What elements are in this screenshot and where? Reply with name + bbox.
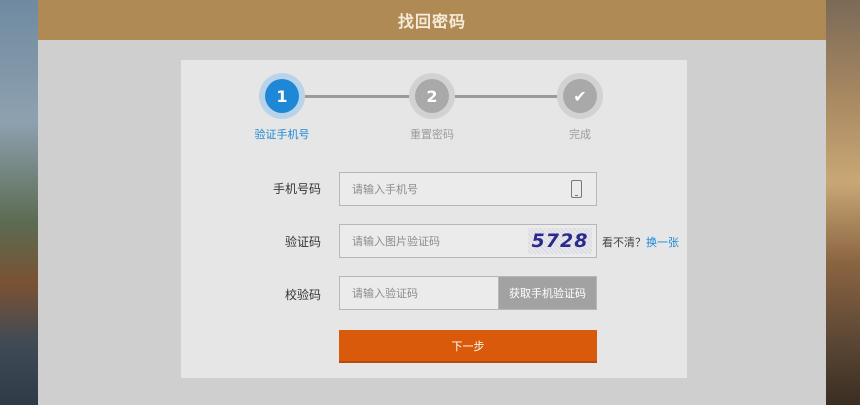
step-2-label: 重置密码 bbox=[410, 128, 454, 141]
captcha-hint: 看不清？ bbox=[602, 236, 646, 249]
background-photo-left bbox=[0, 0, 38, 405]
get-sms-code-button[interactable]: 获取手机验证码 bbox=[498, 277, 596, 309]
step-connector bbox=[449, 95, 565, 98]
step-3-label: 完成 bbox=[569, 128, 591, 141]
sms-code-label: 校验码 bbox=[284, 288, 321, 302]
captcha-placeholder: 请输入图片验证码 bbox=[352, 235, 440, 248]
phone-placeholder: 请输入手机号 bbox=[352, 183, 418, 196]
phone-label: 手机号码 bbox=[272, 182, 321, 196]
captcha-label: 验证码 bbox=[284, 235, 321, 249]
step-3: ✔ bbox=[557, 73, 603, 119]
phone-input[interactable]: 请输入手机号 bbox=[339, 172, 597, 206]
step-2-number: 2 bbox=[415, 79, 449, 113]
background-photo-right bbox=[826, 0, 860, 405]
captcha-image[interactable]: 5728 bbox=[528, 228, 592, 254]
step-connector bbox=[299, 95, 415, 98]
sms-code-placeholder: 请输入验证码 bbox=[352, 287, 418, 300]
progress-steps: 1 验证手机号 2 重置密码 ✔ 完成 bbox=[181, 60, 687, 160]
next-step-button[interactable]: 下一步 bbox=[339, 330, 597, 363]
captcha-input[interactable]: 请输入图片验证码 5728 bbox=[339, 224, 597, 258]
step-1: 1 bbox=[259, 73, 305, 119]
step-1-label: 验证手机号 bbox=[254, 128, 310, 141]
sms-code-input[interactable]: 请输入验证码 获取手机验证码 bbox=[339, 276, 597, 310]
step-1-number: 1 bbox=[265, 79, 299, 113]
recovery-card: 1 验证手机号 2 重置密码 ✔ 完成 手机号码 请输入手机号 验证码 请输入图… bbox=[181, 60, 687, 378]
page-title: 找回密码 bbox=[38, 0, 826, 40]
phone-icon bbox=[571, 180, 582, 198]
step-2: 2 bbox=[409, 73, 455, 119]
captcha-refresh: 看不清？换一张 bbox=[602, 234, 679, 250]
refresh-captcha-link[interactable]: 换一张 bbox=[646, 236, 679, 249]
check-icon: ✔ bbox=[563, 79, 597, 113]
